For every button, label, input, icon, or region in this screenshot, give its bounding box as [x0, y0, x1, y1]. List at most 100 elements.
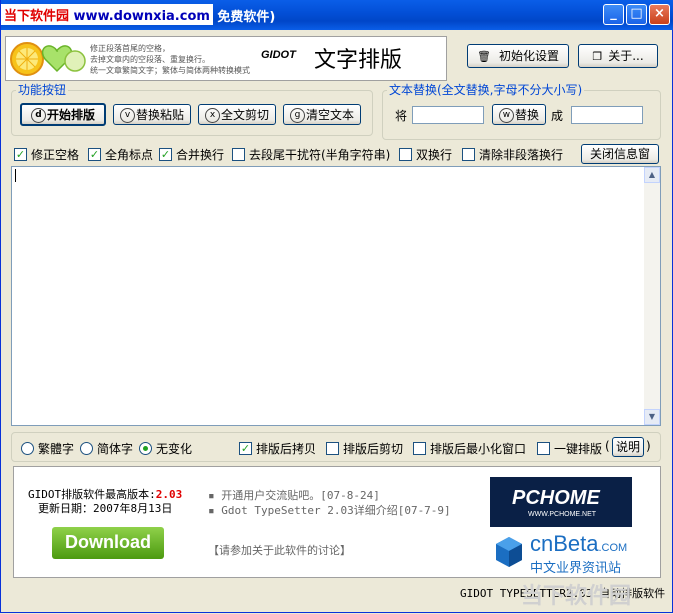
banner-description: 修正段落首尾的空格， 去掉文章内的空段落、重复换行。 统一文章繁简文字；繁体与简… — [90, 43, 250, 76]
replace-to-input[interactable] — [571, 106, 643, 124]
option-fix-spaces[interactable]: ✓ 修正空格 — [14, 146, 79, 163]
checkbox[interactable]: ✓ — [159, 148, 172, 161]
replace-button[interactable]: w 替换 — [492, 104, 546, 125]
news-item[interactable]: ▪ Gdot TypeSetter 2.03详细介绍[07-7-9] — [208, 502, 451, 518]
trash-icon: 🗑 — [477, 50, 491, 63]
radio[interactable] — [80, 442, 93, 455]
cnbeta-cube-icon — [496, 537, 522, 567]
help-paren-open: ( — [605, 439, 610, 453]
brand-title: 文字排版 — [314, 48, 403, 73]
text-editor[interactable]: ▲ ▼ — [11, 166, 661, 426]
replace-paste-button[interactable]: v 替换粘贴 — [113, 104, 191, 125]
about-label: 关于... — [608, 49, 644, 63]
checkbox[interactable] — [326, 442, 339, 455]
option-label: 合并换行 — [176, 148, 225, 162]
cnbeta-subtitle: 中文业界资讯站 — [530, 561, 622, 576]
vertical-scrollbar[interactable]: ▲ ▼ — [644, 167, 660, 425]
watermark-text: 当下软件园 — [521, 584, 632, 609]
pchome-url: WWW.PCHOME.NET — [528, 511, 597, 518]
option-label: 修正空格 — [31, 148, 80, 162]
scroll-up-icon[interactable]: ▲ — [644, 167, 660, 183]
shortcut-key: w — [498, 108, 514, 123]
close-info-button[interactable]: 关闭信息窗 — [581, 144, 659, 164]
radio-no-change[interactable]: 无变化 — [139, 440, 192, 457]
radio-label: 繁體字 — [38, 442, 75, 456]
overlay-site-name: 当下软件园 — [4, 9, 70, 24]
option-fullwidth-punct[interactable]: ✓ 全角标点 — [88, 146, 153, 163]
option-remove-tail[interactable]: 去段尾干扰符(半角字符串) — [232, 146, 390, 163]
start-format-button[interactable]: d 开始排版 — [20, 103, 106, 126]
checkbox[interactable] — [413, 442, 426, 455]
option-label: 一键排版 — [554, 442, 603, 456]
gidot-brand: GIDOT — [261, 49, 296, 61]
update-label: 更新日期： — [38, 502, 93, 515]
shortcut-key: x — [204, 108, 220, 123]
replace-to-label: 成 — [551, 109, 564, 123]
start-format-label: 开始排版 — [46, 108, 95, 122]
cnbeta-text: cnBeta.COM — [530, 531, 627, 557]
radio[interactable] — [21, 442, 34, 455]
replace-from-label: 将 — [395, 109, 408, 123]
banner-line: 修正段落首尾的空格， — [90, 44, 170, 53]
option-label: 排版后拷贝 — [256, 442, 317, 456]
option-double-newline[interactable]: 双换行 — [399, 146, 452, 163]
banner-line: 统一文章繁简文字；繁体与简体两种转换模式 — [90, 66, 250, 75]
banner: 修正段落首尾的空格， 去掉文章内的空段落、重复换行。 统一文章繁简文字；繁体与简… — [5, 36, 447, 81]
help-paren-close: ) — [646, 439, 651, 453]
radio[interactable] — [139, 442, 152, 455]
help-button[interactable]: 说明 — [612, 437, 644, 457]
option-minimize-after[interactable]: 排版后最小化窗口 — [413, 440, 526, 457]
update-date: 2007年8月13日 — [93, 502, 173, 515]
option-merge-lines[interactable]: ✓ 合并换行 — [159, 146, 224, 163]
option-label: 去段尾干扰符(半角字符串) — [249, 148, 391, 162]
option-copy-after[interactable]: ✓ 排版后拷贝 — [239, 440, 316, 457]
radio-simplified[interactable]: 简体字 — [80, 440, 133, 457]
maximize-button[interactable]: □ — [626, 4, 647, 25]
checkbox[interactable] — [537, 442, 550, 455]
radio-traditional[interactable]: 繁體字 — [21, 440, 74, 457]
shortcut-key: g — [289, 108, 305, 123]
checkbox[interactable] — [399, 148, 412, 161]
checkbox[interactable]: ✓ — [239, 442, 252, 455]
download-button[interactable]: Download — [52, 527, 164, 559]
init-settings-button[interactable]: 🗑 初始化设置 — [467, 44, 569, 68]
cut-all-button[interactable]: x 全文剪切 — [198, 104, 276, 125]
cut-all-label: 全文剪切 — [220, 108, 269, 122]
cnbeta-com: .COM — [598, 542, 628, 554]
scroll-down-icon[interactable]: ▼ — [644, 409, 660, 425]
option-label: 清除非段落换行 — [479, 148, 564, 162]
radio-label: 无变化 — [156, 442, 193, 456]
clear-text-label: 清空文本 — [305, 108, 354, 122]
site-watermark-overlay: 当下软件园 www.downxia.com — [1, 4, 213, 25]
update-line: 更新日期：2007年8月13日 — [38, 500, 172, 516]
checkbox[interactable]: ✓ — [88, 148, 101, 161]
about-button[interactable]: ❐ 关于... — [578, 44, 658, 68]
pchome-logo[interactable]: PCHOME WWW.PCHOME.NET — [490, 477, 632, 527]
option-label: 排版后最小化窗口 — [430, 442, 527, 456]
info-panel: GIDOT排版软件最高版本:2.03 更新日期：2007年8月13日 Downl… — [13, 466, 661, 578]
replace-from-input[interactable] — [412, 106, 484, 124]
option-clear-non-para[interactable]: 清除非段落换行 — [462, 146, 563, 163]
replace-label: 替换 — [514, 108, 539, 122]
news-item[interactable]: ▪ 开通用户交流贴吧。[07-8-24] — [208, 487, 380, 503]
discussion-link[interactable]: 【请参加关于此软件的讨论】 — [208, 542, 351, 558]
pchome-text: PCHOME — [512, 487, 600, 509]
close-button[interactable]: × — [649, 4, 670, 25]
clear-text-button[interactable]: g 清空文本 — [283, 104, 361, 125]
option-label: 排版后剪切 — [343, 442, 404, 456]
checkbox[interactable]: ✓ — [14, 148, 27, 161]
text-cursor — [15, 169, 16, 182]
cnbeta-logo[interactable]: cnBeta.COM 中文业界资讯站 — [490, 529, 650, 576]
function-group-label: 功能按钮 — [16, 81, 69, 98]
minimize-button[interactable]: _ — [603, 4, 624, 25]
main-window: 当下软件园 www.downxia.com 免费软件) 当下软件园 www.do… — [0, 0, 673, 613]
replace-paste-label: 替换粘贴 — [135, 108, 184, 122]
checkbox[interactable] — [462, 148, 475, 161]
option-cut-after[interactable]: 排版后剪切 — [326, 440, 403, 457]
title-bar[interactable]: 当下软件园 www.downxia.com 免费软件) 当下软件园 www.do… — [1, 0, 673, 30]
shortcut-key: d — [30, 108, 46, 123]
lemon-logo-icon — [10, 42, 86, 76]
shortcut-key: v — [119, 108, 135, 123]
option-one-click[interactable]: 一键排版 — [537, 440, 602, 457]
checkbox[interactable] — [232, 148, 245, 161]
